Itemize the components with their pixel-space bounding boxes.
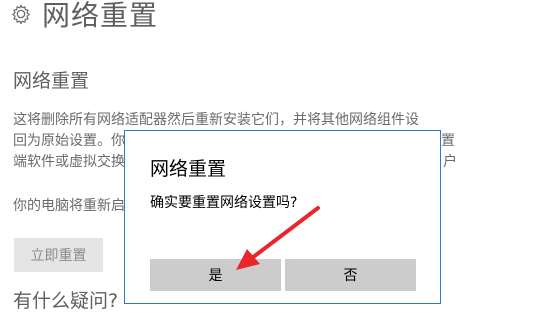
confirm-dialog: 网络重置 确实要重置网络设置吗? 是 否 xyxy=(124,130,441,304)
reset-now-button[interactable]: 立即重置 xyxy=(14,238,103,272)
description-fragment-right: 置 户 xyxy=(441,131,457,173)
help-heading: 有什么疑问? xyxy=(13,290,119,312)
dialog-title: 网络重置 xyxy=(150,158,227,180)
section-title: 网络重置 xyxy=(13,70,90,92)
gear-icon xyxy=(12,4,30,25)
description-line-1: 这将删除所有网络适配器然后重新安装它们，并将其他网络组件设 xyxy=(13,112,419,128)
yes-button[interactable]: 是 xyxy=(150,259,281,291)
page-header: 网络重置 xyxy=(10,0,158,34)
restart-notice: 你的电脑将重新启 xyxy=(13,198,125,214)
description-fragment-1: 置 xyxy=(441,133,455,149)
no-button[interactable]: 否 xyxy=(285,259,416,291)
dialog-message: 确实要重置网络设置吗? xyxy=(150,195,298,211)
page-title: 网络重置 xyxy=(42,0,159,32)
description-fragment-2: 户 xyxy=(443,154,457,170)
